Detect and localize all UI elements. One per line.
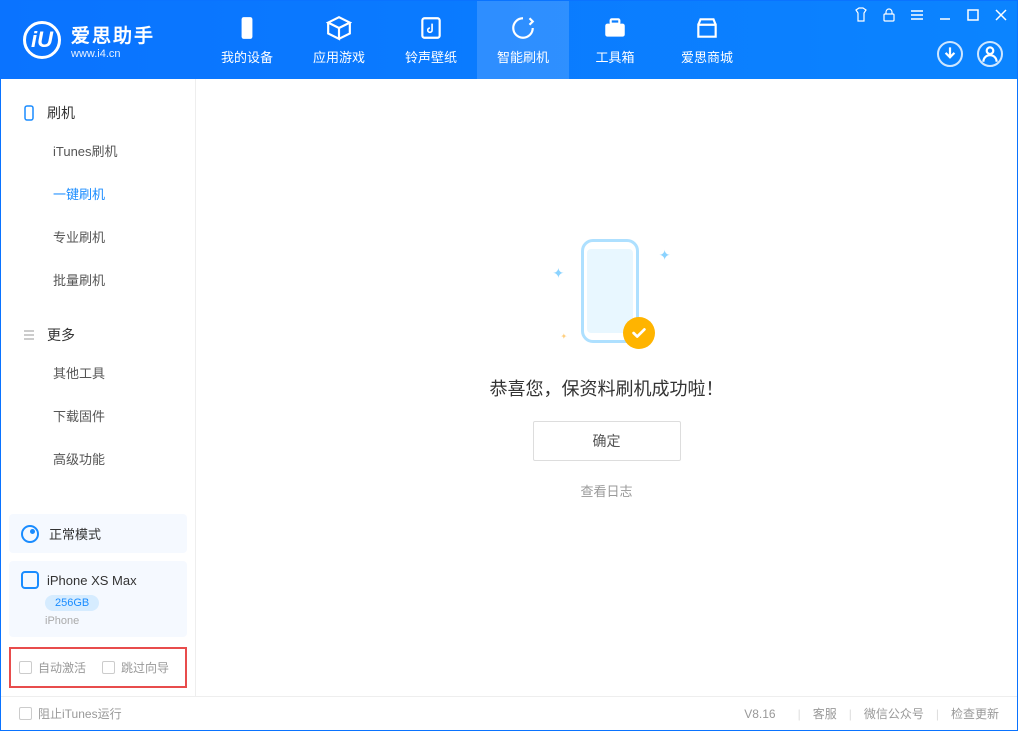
tab-label: 铃声壁纸 xyxy=(405,47,457,66)
sidebar-item-pro[interactable]: 专业刷机 xyxy=(1,215,195,258)
wechat-link[interactable]: 微信公众号 xyxy=(864,705,924,722)
tab-label: 爱思商城 xyxy=(681,47,733,66)
device-name: iPhone XS Max xyxy=(47,573,137,588)
phone-small-icon xyxy=(21,571,39,589)
logo: iU 爱思助手 www.i4.cn xyxy=(1,21,201,60)
sidebar-header-flash: 刷机 xyxy=(1,97,195,129)
checkbox-label: 跳过向导 xyxy=(121,659,169,676)
tab-label: 智能刷机 xyxy=(497,47,549,66)
tab-apps[interactable]: 应用游戏 xyxy=(293,1,385,79)
sidebar-header-more: 更多 xyxy=(1,319,195,351)
sidebar-section-flash: 刷机 iTunes刷机 一键刷机 专业刷机 批量刷机 xyxy=(1,79,195,301)
checkbox-icon xyxy=(102,661,115,674)
toolbox-icon xyxy=(602,15,628,41)
sidebar-item-batch[interactable]: 批量刷机 xyxy=(1,258,195,301)
mode-box[interactable]: 正常模式 xyxy=(9,514,187,553)
sidebar-section-more: 更多 其他工具 下载固件 高级功能 xyxy=(1,301,195,480)
tab-ringtone[interactable]: 铃声壁纸 xyxy=(385,1,477,79)
header-actions xyxy=(937,41,1003,67)
tab-label: 我的设备 xyxy=(221,47,273,66)
tab-my-device[interactable]: 我的设备 xyxy=(201,1,293,79)
cube-icon xyxy=(326,15,352,41)
confirm-button[interactable]: 确定 xyxy=(533,421,681,461)
device-capacity: 256GB xyxy=(45,595,99,611)
success-message: 恭喜您，保资料刷机成功啦！ xyxy=(490,375,724,401)
checkbox-block-itunes[interactable]: 阻止iTunes运行 xyxy=(19,705,122,722)
phone-screen-icon xyxy=(587,249,633,333)
device-icon xyxy=(21,105,37,121)
sidebar-item-advanced[interactable]: 高级功能 xyxy=(1,437,195,480)
support-link[interactable]: 客服 xyxy=(813,705,837,722)
header: iU 爱思助手 www.i4.cn 我的设备 应用游戏 铃声壁纸 智能刷机 xyxy=(1,1,1017,79)
separator: | xyxy=(798,707,801,721)
logo-icon: iU xyxy=(23,21,61,59)
menu-icon[interactable] xyxy=(909,7,925,23)
minimize-icon[interactable] xyxy=(937,7,953,23)
device-type: iPhone xyxy=(45,615,175,627)
mode-icon xyxy=(21,525,39,543)
sidebar-header-label: 更多 xyxy=(47,325,75,345)
checkbox-icon xyxy=(19,661,32,674)
mode-label: 正常模式 xyxy=(49,524,101,543)
tab-toolbox[interactable]: 工具箱 xyxy=(569,1,661,79)
app-subtitle: www.i4.cn xyxy=(71,48,155,60)
success-illustration: ✦ ✦ ✦ xyxy=(537,235,677,355)
refresh-shield-icon xyxy=(510,15,536,41)
window-controls xyxy=(853,7,1009,23)
sidebar-item-itunes[interactable]: iTunes刷机 xyxy=(1,129,195,172)
sidebar-header-label: 刷机 xyxy=(47,103,75,123)
list-icon xyxy=(21,327,37,343)
app-title: 爱思助手 xyxy=(71,21,155,48)
sidebar-item-other[interactable]: 其他工具 xyxy=(1,351,195,394)
music-note-icon xyxy=(418,15,444,41)
close-icon[interactable] xyxy=(993,7,1009,23)
main-tabs: 我的设备 应用游戏 铃声壁纸 智能刷机 工具箱 爱思商城 xyxy=(201,1,753,79)
statusbar: 阻止iTunes运行 V8.16 | 客服 | 微信公众号 | 检查更新 xyxy=(1,696,1017,730)
maximize-icon[interactable] xyxy=(965,7,981,23)
checkbox-icon xyxy=(19,707,32,720)
options-row: 自动激活 跳过向导 xyxy=(9,647,187,688)
phone-icon xyxy=(234,15,260,41)
checkbox-auto-activate[interactable]: 自动激活 xyxy=(19,659,86,676)
view-log-link[interactable]: 查看日志 xyxy=(580,481,632,500)
download-icon[interactable] xyxy=(937,41,963,67)
body: 刷机 iTunes刷机 一键刷机 专业刷机 批量刷机 更多 其他工具 下载固件 … xyxy=(1,79,1017,696)
app-window: iU 爱思助手 www.i4.cn 我的设备 应用游戏 铃声壁纸 智能刷机 xyxy=(0,0,1018,731)
sidebar-item-oneclick[interactable]: 一键刷机 xyxy=(1,172,195,215)
sparkle-icon: ✦ xyxy=(553,265,565,282)
device-box[interactable]: iPhone XS Max 256GB iPhone xyxy=(9,561,187,637)
shop-icon xyxy=(694,15,720,41)
tshirt-icon[interactable] xyxy=(853,7,869,23)
sparkle-icon: ✦ xyxy=(561,332,568,341)
sparkle-icon: ✦ xyxy=(659,247,671,264)
result-panel: ✦ ✦ ✦ 恭喜您，保资料刷机成功啦！ 确定 查看日志 xyxy=(490,235,724,500)
separator: | xyxy=(849,707,852,721)
user-icon[interactable] xyxy=(977,41,1003,67)
tab-label: 应用游戏 xyxy=(313,47,365,66)
tab-store[interactable]: 爱思商城 xyxy=(661,1,753,79)
tab-label: 工具箱 xyxy=(595,47,634,66)
check-update-link[interactable]: 检查更新 xyxy=(951,705,999,722)
checkbox-label: 阻止iTunes运行 xyxy=(38,705,122,722)
separator: | xyxy=(936,707,939,721)
checkbox-label: 自动激活 xyxy=(38,659,86,676)
version-label: V8.16 xyxy=(744,707,775,721)
main-area: ✦ ✦ ✦ 恭喜您，保资料刷机成功啦！ 确定 查看日志 xyxy=(196,79,1017,696)
lock-icon[interactable] xyxy=(881,7,897,23)
tab-smart-flash[interactable]: 智能刷机 xyxy=(477,1,569,79)
sidebar-item-firmware[interactable]: 下载固件 xyxy=(1,394,195,437)
check-badge-icon xyxy=(623,317,655,349)
checkbox-skip-guide[interactable]: 跳过向导 xyxy=(102,659,169,676)
logo-text: 爱思助手 www.i4.cn xyxy=(71,21,155,60)
sidebar: 刷机 iTunes刷机 一键刷机 专业刷机 批量刷机 更多 其他工具 下载固件 … xyxy=(1,79,196,696)
